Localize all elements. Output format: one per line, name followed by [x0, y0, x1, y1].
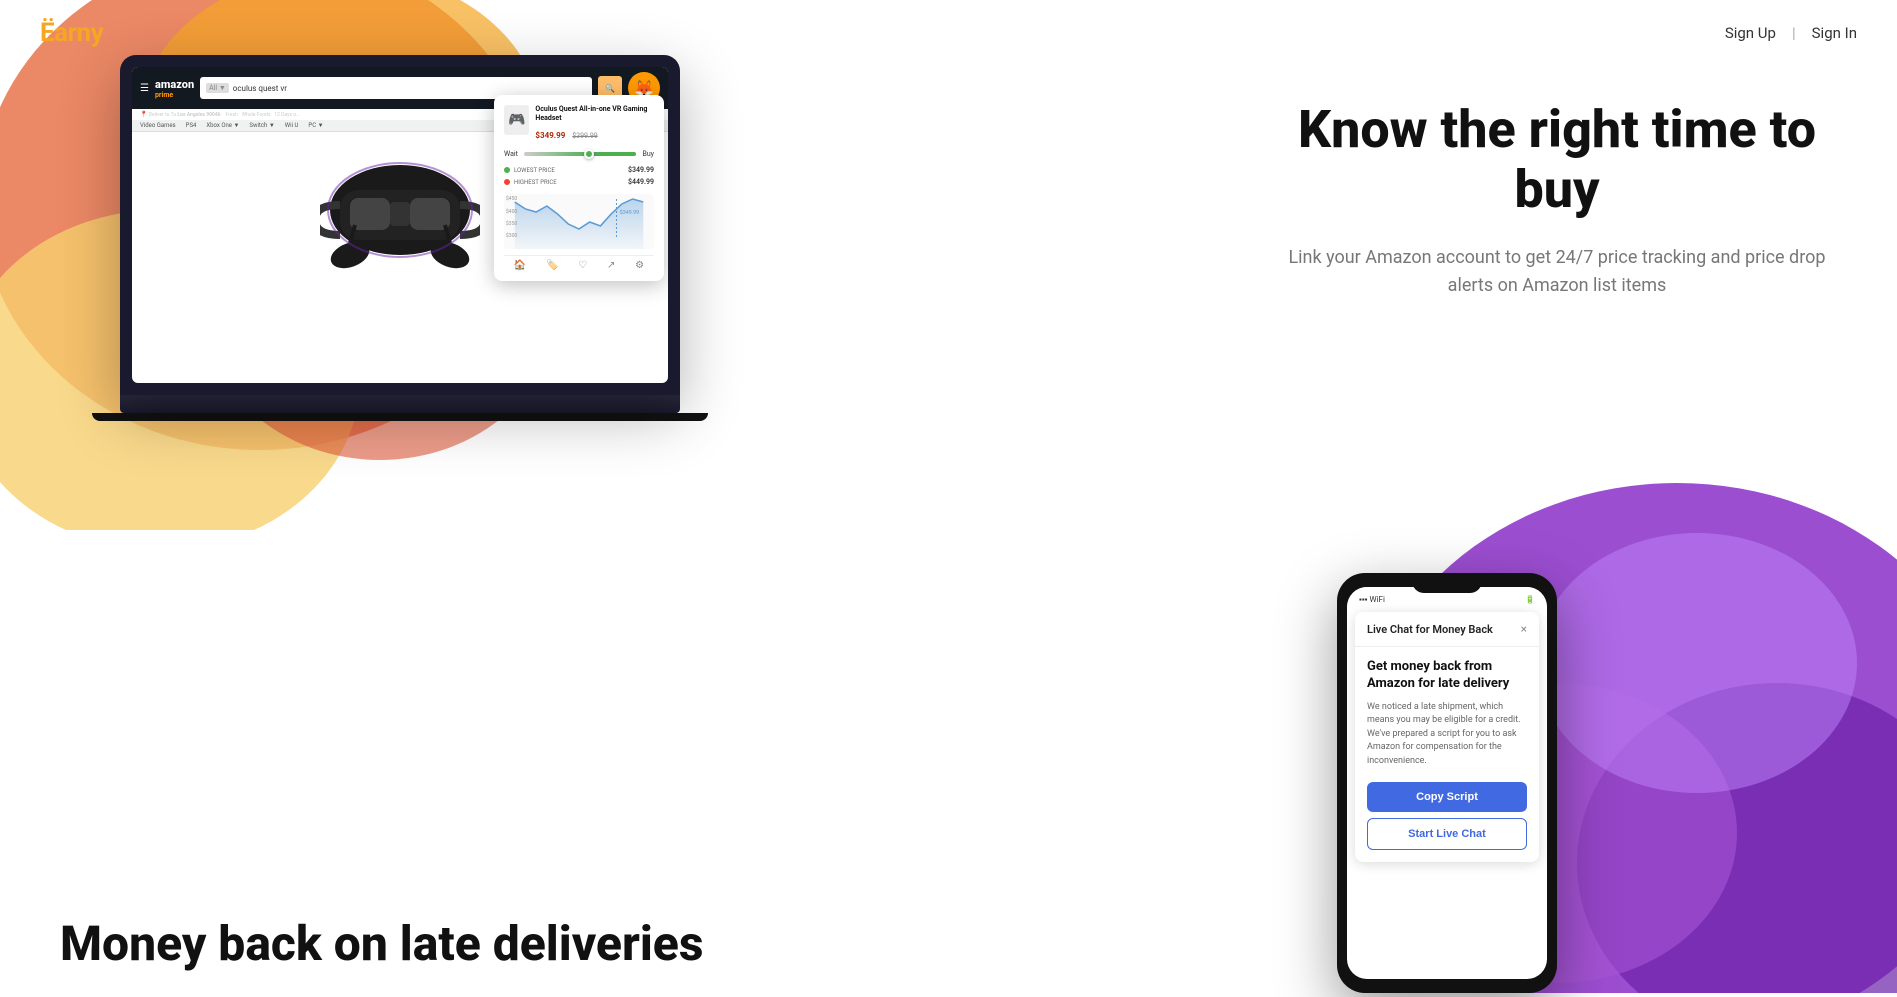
- logo-text: Ëarny: [40, 18, 103, 48]
- popup-price-current: $349.99: [535, 131, 565, 140]
- chat-modal-close-icon[interactable]: ×: [1521, 622, 1527, 636]
- popup-price-original: $399.99: [572, 132, 597, 140]
- logo[interactable]: Ëarny: [40, 18, 103, 48]
- popup-product-img: 🎮: [504, 105, 529, 135]
- laptop-foot: [92, 413, 708, 421]
- chat-modal: Live Chat for Money Back × Get money bac…: [1355, 612, 1539, 862]
- popup-highest-label: HIGHEST PRICE: [514, 179, 557, 186]
- bottom-heading: Money back on late deliveries: [60, 915, 703, 973]
- phone-battery-icon: 🔋: [1525, 595, 1535, 604]
- popup-slider: [524, 152, 637, 156]
- laptop-body: ☰ amazon prime All ▼ oculus quest vr 🔍 🦊…: [120, 55, 680, 395]
- popup-heart-icon: ♡: [578, 260, 587, 271]
- phone-mockup: ▪▪▪ WiFi 🔋 Live Chat for Money Back × Ge…: [1337, 573, 1557, 993]
- popup-bottom-icons: 🏠 🏷️ ♡ ↗ ⚙: [504, 255, 654, 271]
- popup-settings-icon: ⚙: [635, 260, 644, 271]
- popup-wait-label: Wait: [504, 150, 518, 158]
- chat-modal-description: We noticed a late shipment, which means …: [1367, 701, 1527, 769]
- popup-share-icon: ↗: [607, 260, 615, 271]
- popup-buy-label: Buy: [642, 150, 654, 158]
- hero-subtext: Link your Amazon account to get 24/7 pri…: [1277, 244, 1837, 302]
- signup-link[interactable]: Sign Up: [1725, 24, 1776, 42]
- start-live-chat-button[interactable]: Start Live Chat: [1367, 818, 1527, 850]
- popup-product-name: Oculus Quest All-in-one VR Gaming Headse…: [535, 105, 654, 123]
- phone-screen: ▪▪▪ WiFi 🔋 Live Chat for Money Back × Ge…: [1347, 587, 1547, 979]
- popup-wait-buy-slider: Wait Buy: [504, 150, 654, 158]
- nav-links: Sign Up | Sign In: [1725, 24, 1857, 42]
- amazon-logo-area: amazon prime: [155, 78, 194, 99]
- navigation: Ëarny Sign Up | Sign In: [0, 0, 1897, 66]
- popup-product-header: 🎮 Oculus Quest All-in-one VR Gaming Head…: [504, 105, 654, 142]
- phone-body: ▪▪▪ WiFi 🔋 Live Chat for Money Back × Ge…: [1337, 573, 1557, 993]
- popup-lowest-label: LOWEST PRICE: [514, 167, 555, 174]
- earny-popup: 🎮 Oculus Quest All-in-one VR Gaming Head…: [494, 95, 664, 281]
- laptop-screen: ☰ amazon prime All ▼ oculus quest vr 🔍 🦊…: [132, 67, 668, 383]
- popup-slider-dot: [584, 149, 594, 159]
- phone-signal-icon: ▪▪▪ WiFi: [1359, 595, 1385, 604]
- laptop-mockup: ☰ amazon prime All ▼ oculus quest vr 🔍 🦊…: [120, 55, 680, 421]
- chat-modal-heading: Get money back from Amazon for late deli…: [1367, 659, 1527, 693]
- price-chart-svg: $349.99: [504, 194, 654, 249]
- nav-divider: |: [1792, 24, 1796, 42]
- popup-product-info: Oculus Quest All-in-one VR Gaming Headse…: [535, 105, 654, 142]
- amazon-logo: amazon: [155, 78, 194, 91]
- price-axis-labels: $450 $400 $350 $300: [506, 196, 517, 239]
- laptop-base: [120, 395, 680, 413]
- popup-lowest-val: $349.99: [628, 166, 654, 174]
- popup-chart: $450 $400 $350 $300: [504, 194, 654, 249]
- signin-link[interactable]: Sign In: [1812, 24, 1857, 42]
- popup-price-rows: LOWEST PRICE $349.99 HIGHEST PRICE $449.…: [504, 166, 654, 186]
- amazon-search-text: oculus quest vr: [233, 84, 586, 93]
- amazon-hamburger: ☰: [140, 83, 149, 94]
- popup-home-icon: 🏠: [514, 260, 526, 271]
- popup-highest-price-row: HIGHEST PRICE $449.99: [504, 178, 654, 186]
- svg-text:$349.99: $349.99: [620, 209, 640, 216]
- bottom-left-section: Money back on late deliveries: [60, 915, 703, 973]
- popup-green-dot: [504, 167, 510, 173]
- popup-highest-val: $449.99: [628, 178, 654, 186]
- chat-modal-body: Get money back from Amazon for late deli…: [1355, 647, 1539, 862]
- phone-notch: [1412, 573, 1482, 593]
- popup-red-dot: [504, 179, 510, 185]
- chat-modal-title: Live Chat for Money Back: [1367, 623, 1493, 636]
- hero-heading: Know the right time to buy: [1277, 100, 1837, 220]
- hero-right-section: Know the right time to buy Link your Ama…: [1217, 100, 1897, 301]
- chat-modal-header: Live Chat for Money Back ×: [1355, 612, 1539, 647]
- vr-headset-image: [320, 140, 480, 270]
- amazon-prime: prime: [155, 91, 194, 99]
- popup-lowest-price-row: LOWEST PRICE $349.99: [504, 166, 654, 174]
- popup-tag-icon: 🏷️: [546, 260, 558, 271]
- copy-script-button[interactable]: Copy Script: [1367, 782, 1527, 812]
